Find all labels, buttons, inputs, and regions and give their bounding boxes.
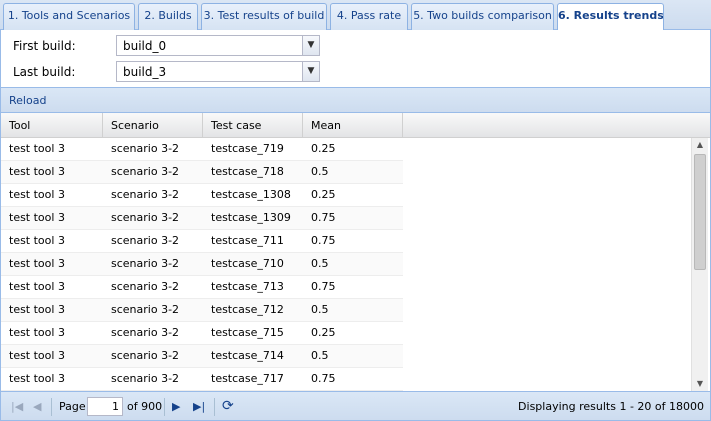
cell-tool: test tool 3 xyxy=(9,303,65,316)
grid-toolbar: Reload xyxy=(0,87,711,113)
table-row[interactable]: test tool 3 scenario 3-2 testcase_711 0.75 xyxy=(1,230,403,253)
cell-mean: 0.25 xyxy=(311,142,336,155)
cell-test-case: testcase_718 xyxy=(211,165,284,178)
cell-test-case: testcase_715 xyxy=(211,326,284,339)
tab-results-trends[interactable]: 6. Results trends xyxy=(557,3,664,31)
cell-scenario: scenario 3-2 xyxy=(111,165,180,178)
tab-test-results-of-build[interactable]: 3. Test results of build xyxy=(201,3,327,30)
cell-scenario: scenario 3-2 xyxy=(111,257,180,270)
page-label: Page xyxy=(59,400,86,413)
next-page-icon[interactable]: ▶ xyxy=(172,400,180,413)
vertical-scrollbar[interactable]: ▲ ▼ xyxy=(691,138,708,391)
column-header-mean[interactable]: Mean xyxy=(303,113,403,138)
tab-two-builds-comparison[interactable]: 5. Two builds comparison xyxy=(411,3,554,30)
tab-builds[interactable]: 2. Builds xyxy=(138,3,198,30)
column-header-tool[interactable]: Tool xyxy=(1,113,103,138)
cell-tool: test tool 3 xyxy=(9,257,65,270)
cell-test-case: testcase_717 xyxy=(211,372,284,385)
cell-mean: 0.75 xyxy=(311,234,336,247)
grid-header: Tool Scenario Test case Mean xyxy=(1,113,710,138)
first-build-value: build_0 xyxy=(123,39,167,53)
table-row[interactable]: test tool 3 scenario 3-2 testcase_1309 0.75 xyxy=(1,207,403,230)
cell-scenario: scenario 3-2 xyxy=(111,280,180,293)
cell-scenario: scenario 3-2 xyxy=(111,188,180,201)
refresh-icon[interactable]: ⟳ xyxy=(222,398,234,414)
first-build-label: First build: xyxy=(13,39,76,53)
total-pages-label: of 900 xyxy=(127,400,163,413)
cell-scenario: scenario 3-2 xyxy=(111,211,180,224)
paging-toolbar: |◀ ◀ Page 1 of 900 ▶ ▶| ⟳ Displaying res… xyxy=(0,391,711,421)
cell-scenario: scenario 3-2 xyxy=(111,372,180,385)
cell-tool: test tool 3 xyxy=(9,188,65,201)
cell-mean: 0.75 xyxy=(311,211,336,224)
table-row[interactable]: test tool 3 scenario 3-2 testcase_713 0.75 xyxy=(1,276,403,299)
cell-tool: test tool 3 xyxy=(9,165,65,178)
last-build-combo[interactable]: build_3 ▼ xyxy=(116,61,320,82)
cell-test-case: testcase_719 xyxy=(211,142,284,155)
last-page-icon[interactable]: ▶| xyxy=(193,400,205,413)
cell-tool: test tool 3 xyxy=(9,280,65,293)
table-row[interactable]: test tool 3 scenario 3-2 testcase_1308 0.25 xyxy=(1,184,403,207)
cell-mean: 0.75 xyxy=(311,372,336,385)
cell-test-case: testcase_712 xyxy=(211,303,284,316)
cell-mean: 0.25 xyxy=(311,326,336,339)
last-build-label: Last build: xyxy=(13,65,76,79)
cell-scenario: scenario 3-2 xyxy=(111,303,180,316)
chevron-down-icon[interactable]: ▼ xyxy=(302,62,319,81)
separator xyxy=(214,398,215,416)
page-number-input[interactable]: 1 xyxy=(87,397,123,416)
cell-mean: 0.25 xyxy=(311,188,336,201)
table-row[interactable]: test tool 3 scenario 3-2 testcase_717 0.75 xyxy=(1,368,403,391)
grid-body: test tool 3 scenario 3-2 testcase_719 0.25 t… xyxy=(1,138,693,391)
table-row[interactable]: test tool 3 scenario 3-2 testcase_719 0.25 xyxy=(1,138,403,161)
cell-test-case: testcase_1308 xyxy=(211,188,291,201)
build-selection-form: First build: build_0 ▼ Last build: build… xyxy=(0,30,711,87)
cell-mean: 0.5 xyxy=(311,257,329,270)
results-grid: Tool Scenario Test case Mean test tool 3… xyxy=(0,113,711,391)
cell-test-case: testcase_713 xyxy=(211,280,284,293)
reload-button[interactable]: Reload xyxy=(9,94,46,107)
cell-tool: test tool 3 xyxy=(9,142,65,155)
cell-test-case: testcase_711 xyxy=(211,234,284,247)
table-row[interactable]: test tool 3 scenario 3-2 testcase_712 0.5 xyxy=(1,299,403,322)
cell-mean: 0.5 xyxy=(311,303,329,316)
separator xyxy=(164,398,165,416)
cell-tool: test tool 3 xyxy=(9,211,65,224)
tab-tools-and-scenarios[interactable]: 1. Tools and Scenarios xyxy=(3,3,135,30)
scroll-down-arrow-icon[interactable]: ▼ xyxy=(692,377,708,391)
last-build-value: build_3 xyxy=(123,65,167,79)
cell-tool: test tool 3 xyxy=(9,326,65,339)
tab-bar: 1. Tools and Scenarios 2. Builds 3. Test… xyxy=(0,0,711,31)
table-row[interactable]: test tool 3 scenario 3-2 testcase_710 0.5 xyxy=(1,253,403,276)
cell-mean: 0.75 xyxy=(311,280,336,293)
column-header-test-case[interactable]: Test case xyxy=(203,113,303,138)
cell-scenario: scenario 3-2 xyxy=(111,349,180,362)
tab-pass-rate[interactable]: 4. Pass rate xyxy=(330,3,408,30)
table-row[interactable]: test tool 3 scenario 3-2 testcase_714 0.5 xyxy=(1,345,403,368)
cell-tool: test tool 3 xyxy=(9,372,65,385)
cell-scenario: scenario 3-2 xyxy=(111,142,180,155)
cell-tool: test tool 3 xyxy=(9,349,65,362)
separator xyxy=(51,398,52,416)
display-info: Displaying results 1 - 20 of 18000 xyxy=(518,400,704,413)
chevron-down-icon[interactable]: ▼ xyxy=(302,36,319,55)
scroll-up-arrow-icon[interactable]: ▲ xyxy=(692,138,708,152)
cell-scenario: scenario 3-2 xyxy=(111,234,180,247)
cell-mean: 0.5 xyxy=(311,349,329,362)
first-page-icon[interactable]: |◀ xyxy=(11,400,23,413)
table-row[interactable]: test tool 3 scenario 3-2 testcase_718 0.5 xyxy=(1,161,403,184)
prev-page-icon[interactable]: ◀ xyxy=(33,400,41,413)
first-build-combo[interactable]: build_0 ▼ xyxy=(116,35,320,56)
cell-tool: test tool 3 xyxy=(9,234,65,247)
cell-scenario: scenario 3-2 xyxy=(111,326,180,339)
scrollbar-thumb[interactable] xyxy=(694,154,706,270)
cell-test-case: testcase_1309 xyxy=(211,211,291,224)
table-row[interactable]: test tool 3 scenario 3-2 testcase_715 0.25 xyxy=(1,322,403,345)
column-header-scenario[interactable]: Scenario xyxy=(103,113,203,138)
cell-mean: 0.5 xyxy=(311,165,329,178)
cell-test-case: testcase_714 xyxy=(211,349,284,362)
cell-test-case: testcase_710 xyxy=(211,257,284,270)
